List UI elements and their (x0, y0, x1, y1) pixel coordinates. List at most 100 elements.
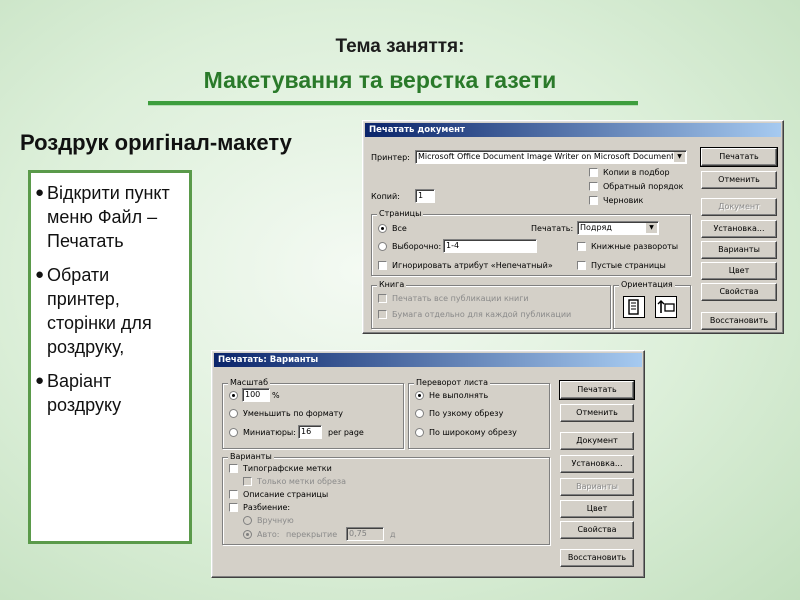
document-button[interactable]: Документ (701, 198, 777, 216)
crop-marks-checkbox[interactable] (243, 477, 252, 486)
scale-input[interactable]: 100 (242, 388, 270, 402)
printer-marks-checkbox[interactable] (229, 464, 238, 473)
printer-label: Принтер: (371, 153, 410, 162)
setup-button[interactable]: Установка... (560, 455, 634, 473)
bullet-icon: ● (35, 372, 45, 389)
overlap-input[interactable]: 0,75 (346, 527, 384, 541)
no-flip-label: Не выполнять (429, 391, 489, 400)
thumbnails-input[interactable]: 16 (298, 425, 322, 439)
reverse-label: Обратный порядок (603, 182, 684, 191)
percent-label: % (272, 391, 280, 400)
print-order-value: Подряд (580, 223, 612, 232)
print-button[interactable]: Печатать (559, 380, 635, 400)
book-separate-checkbox[interactable] (378, 310, 387, 319)
options-button[interactable]: Варианты (560, 478, 634, 496)
copies-input[interactable]: 1 (415, 189, 435, 203)
printer-value: Microsoft Office Document Image Writer o… (418, 152, 675, 161)
restore-button[interactable]: Восстановить (701, 312, 777, 330)
color-button[interactable]: Цвет (560, 500, 634, 518)
printer-marks-label: Типографские метки (243, 464, 332, 473)
long-edge-radio[interactable] (415, 428, 424, 437)
setup-button[interactable]: Установка... (701, 220, 777, 238)
properties-button[interactable]: Свойства (560, 521, 634, 539)
copies-label: Копий: (371, 192, 400, 201)
thumbnails-label: Миниатюры: (243, 428, 296, 437)
options-dialog-titlebar[interactable]: Печатать: Варианты (214, 353, 642, 367)
ignore-nonprint-checkbox[interactable] (378, 261, 387, 270)
print-order-label: Печатать: (531, 224, 574, 233)
cancel-button[interactable]: Отменить (560, 404, 634, 422)
bullet-item: ● Відкрити пункт меню Файл – Печатать (35, 181, 183, 253)
scale-radio[interactable] (229, 391, 238, 400)
bullet-text: Обрати принтер, сторінки для роздруку, (47, 265, 152, 357)
slide-title: Макетування та верстка газети (203, 67, 557, 93)
page-info-label: Описание страницы (243, 490, 329, 499)
ignore-nonprint-label: Игнорировать атрибут «Непечатный» (392, 261, 553, 270)
book-group-title: Книга (377, 280, 407, 290)
long-edge-label: По широкому обрезу (429, 428, 517, 437)
book-all-label: Печатать все публикации книги (392, 294, 529, 303)
pages-selection-label: Выборочно: (392, 242, 442, 251)
book-spreads-label: Книжные развороты (591, 242, 679, 251)
bullet-item: ● Варіант роздруку (35, 369, 183, 417)
manual-radio[interactable] (243, 516, 252, 525)
slide-topic: Тема заняття: (335, 36, 465, 57)
bullet-text: Варіант роздруку (47, 371, 122, 415)
page-info-checkbox[interactable] (229, 490, 238, 499)
draft-label: Черновик (603, 196, 644, 205)
blank-pages-checkbox[interactable] (577, 261, 586, 270)
title-underline (148, 101, 638, 106)
per-page-label: per page (328, 428, 364, 437)
document-button[interactable]: Документ (560, 432, 634, 450)
chevron-down-icon[interactable]: ▼ (645, 223, 657, 233)
print-button[interactable]: Печатать (700, 147, 778, 167)
properties-button[interactable]: Свойства (701, 283, 777, 301)
options-dialog: Печатать: Варианты Масштаб 100 % Уменьши… (211, 350, 645, 578)
bullet-icon: ● (35, 184, 45, 201)
tiling-checkbox[interactable] (229, 503, 238, 512)
printer-select[interactable]: Microsoft Office Document Image Writer o… (415, 150, 687, 164)
overlap-label: перекрытие (286, 530, 338, 539)
collate-checkbox[interactable] (589, 168, 598, 177)
options-button[interactable]: Варианты (701, 241, 777, 259)
auto-label: Авто: (257, 530, 280, 539)
tiling-label: Разбиение: (243, 503, 291, 512)
color-button[interactable]: Цвет (701, 262, 777, 280)
short-edge-radio[interactable] (415, 409, 424, 418)
chevron-down-icon[interactable]: ▼ (673, 152, 685, 162)
pages-all-radio[interactable] (378, 224, 387, 233)
blank-pages-label: Пустые страницы (591, 261, 666, 270)
landscape-orientation-icon[interactable] (655, 296, 677, 318)
pages-range-input[interactable]: 1-4 (443, 239, 537, 253)
bullet-list: ● Відкрити пункт меню Файл – Печатать ● Об… (28, 170, 192, 544)
reduce-label: Уменьшить по формату (243, 409, 344, 418)
unit-label: д (390, 530, 396, 539)
cancel-button[interactable]: Отменить (701, 171, 777, 189)
book-spreads-checkbox[interactable] (577, 242, 586, 251)
draft-checkbox[interactable] (589, 196, 598, 205)
pages-selection-radio[interactable] (378, 242, 387, 251)
crop-marks-label: Только метки обреза (257, 477, 347, 486)
orientation-group-title: Ориентация (619, 280, 675, 290)
thumbnails-radio[interactable] (229, 428, 238, 437)
flip-group-title: Переворот листа (414, 378, 490, 388)
restore-button[interactable]: Восстановить (560, 549, 634, 567)
scale-group-title: Масштаб (228, 378, 271, 388)
reverse-checkbox[interactable] (589, 182, 598, 191)
section-heading: Роздрук оригінал-макету (20, 130, 292, 155)
pages-group-title: Страницы (377, 209, 424, 219)
bullet-icon: ● (35, 266, 45, 283)
bullet-text: Відкрити пункт меню Файл – Печатать (47, 183, 170, 251)
pages-all-label: Все (392, 224, 407, 233)
print-order-select[interactable]: Подряд ▼ (577, 221, 659, 235)
portrait-orientation-icon[interactable] (623, 296, 645, 318)
auto-radio[interactable] (243, 530, 252, 539)
book-groupbox (371, 285, 611, 329)
print-dialog-titlebar[interactable]: Печатать документ (365, 123, 781, 137)
no-flip-radio[interactable] (415, 391, 424, 400)
book-all-checkbox[interactable] (378, 294, 387, 303)
print-dialog: Печатать документ Принтер: Microsoft Off… (362, 120, 784, 334)
short-edge-label: По узкому обрезу (429, 409, 504, 418)
variants-group-title: Варианты (228, 452, 274, 462)
reduce-radio[interactable] (229, 409, 238, 418)
